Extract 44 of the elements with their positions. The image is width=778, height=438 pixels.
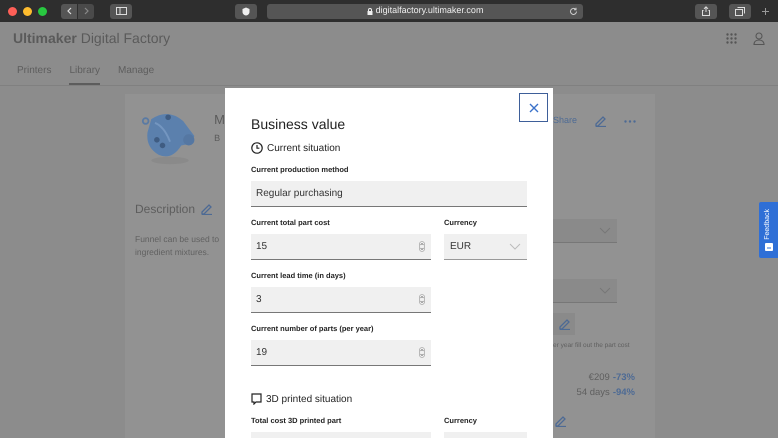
number-field[interactable]: 19 — [251, 340, 431, 366]
spinner-icon[interactable] — [419, 241, 425, 252]
close-button[interactable] — [519, 93, 548, 122]
address-bar[interactable]: digitalfactory.ultimaker.com — [267, 4, 583, 18]
chevron-right-icon — [84, 7, 88, 15]
section-heading: Current situation — [267, 142, 340, 156]
close-window-icon[interactable] — [8, 6, 17, 16]
savings-change: -73% — [612, 370, 635, 385]
chevron-left-icon — [66, 7, 72, 15]
sidebar-button[interactable] — [110, 4, 132, 18]
model-subtitle: B — [214, 132, 222, 144]
savings-change: -94% — [612, 386, 635, 400]
close-icon — [528, 102, 538, 112]
chevron-down-icon — [509, 243, 521, 250]
sidebar-icon — [116, 7, 126, 15]
lock-icon — [366, 8, 373, 14]
spinner-icon[interactable] — [419, 294, 425, 305]
text-field[interactable]: Regular purchasing — [251, 181, 527, 207]
share-browser-button[interactable] — [695, 4, 717, 18]
tabs-button[interactable] — [729, 4, 751, 18]
select-field[interactable] — [553, 279, 617, 303]
plus-icon[interactable] — [761, 6, 770, 16]
shield-icon — [242, 6, 250, 16]
minimize-window-icon[interactable] — [23, 6, 32, 16]
number-field[interactable]: 3 — [251, 287, 431, 313]
app-grid-icon[interactable] — [726, 32, 737, 44]
share-icon — [702, 6, 710, 16]
chat-icon — [764, 242, 772, 251]
privacy-button[interactable] — [235, 4, 257, 18]
maximize-window-icon[interactable] — [38, 6, 47, 16]
user-icon[interactable] — [753, 32, 765, 44]
forward-button[interactable] — [78, 4, 94, 18]
currency-select[interactable]: EUR — [444, 234, 527, 260]
dialog-title: Business value — [251, 115, 346, 133]
model-name: M — [214, 111, 225, 129]
section-heading: 3D printed situation — [266, 392, 352, 406]
reload-icon[interactable] — [569, 6, 578, 16]
number-field[interactable]: 15 — [251, 234, 431, 260]
clock-icon — [251, 142, 263, 154]
spinner-icon[interactable] — [419, 347, 425, 358]
select-field[interactable] — [553, 219, 617, 243]
back-button[interactable] — [61, 4, 77, 18]
url-text: digitalfactory.ultimaker.com — [376, 4, 484, 18]
tabs-icon — [735, 6, 745, 16]
